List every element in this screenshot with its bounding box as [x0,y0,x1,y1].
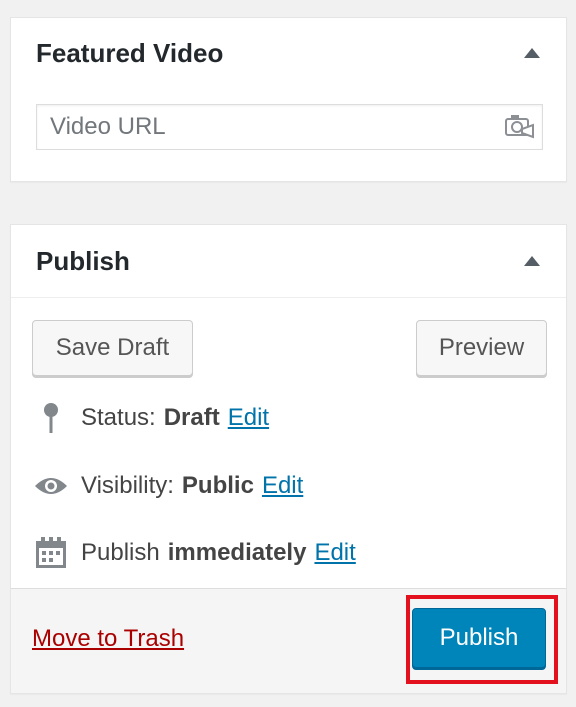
visibility-label: Visibility: [81,472,174,499]
visibility-value: Public [181,472,254,499]
publish-header[interactable]: Publish [11,225,566,298]
video-url-input[interactable] [36,104,543,150]
video-camera-icon[interactable] [505,114,535,140]
publish-button[interactable]: Publish [412,608,546,668]
status-row: Status: Draft Edit [31,398,269,438]
schedule-label: Publish [81,539,160,566]
calendar-icon [31,535,71,571]
preview-button[interactable]: Preview [416,320,547,376]
video-url-field-wrapper [36,104,543,150]
edit-status-link[interactable]: Edit [228,404,269,432]
move-to-trash-link[interactable]: Move to Trash [32,625,184,653]
save-draft-button[interactable]: Save Draft [32,320,193,376]
eye-icon [31,468,71,504]
status-value: Draft [163,404,220,431]
edit-schedule-link[interactable]: Edit [314,539,355,567]
status-label: Status: [81,404,156,431]
schedule-value: immediately [167,539,307,566]
visibility-row: Visibility: Public Edit [31,466,303,506]
collapse-arrow-icon[interactable] [524,48,540,58]
schedule-row: Publish immediately Edit [31,533,356,573]
publish-panel: Publish Save Draft Preview Status: Draft… [10,224,567,694]
edit-visibility-link[interactable]: Edit [262,472,303,500]
featured-video-title: Featured Video [36,37,224,68]
featured-video-panel: Featured Video [10,17,567,182]
major-publishing-actions: Move to Trash Publish [11,588,566,693]
featured-video-header[interactable]: Featured Video [11,18,566,88]
publish-title: Publish [36,245,130,276]
collapse-arrow-icon[interactable] [524,256,540,266]
pin-icon [31,400,71,436]
